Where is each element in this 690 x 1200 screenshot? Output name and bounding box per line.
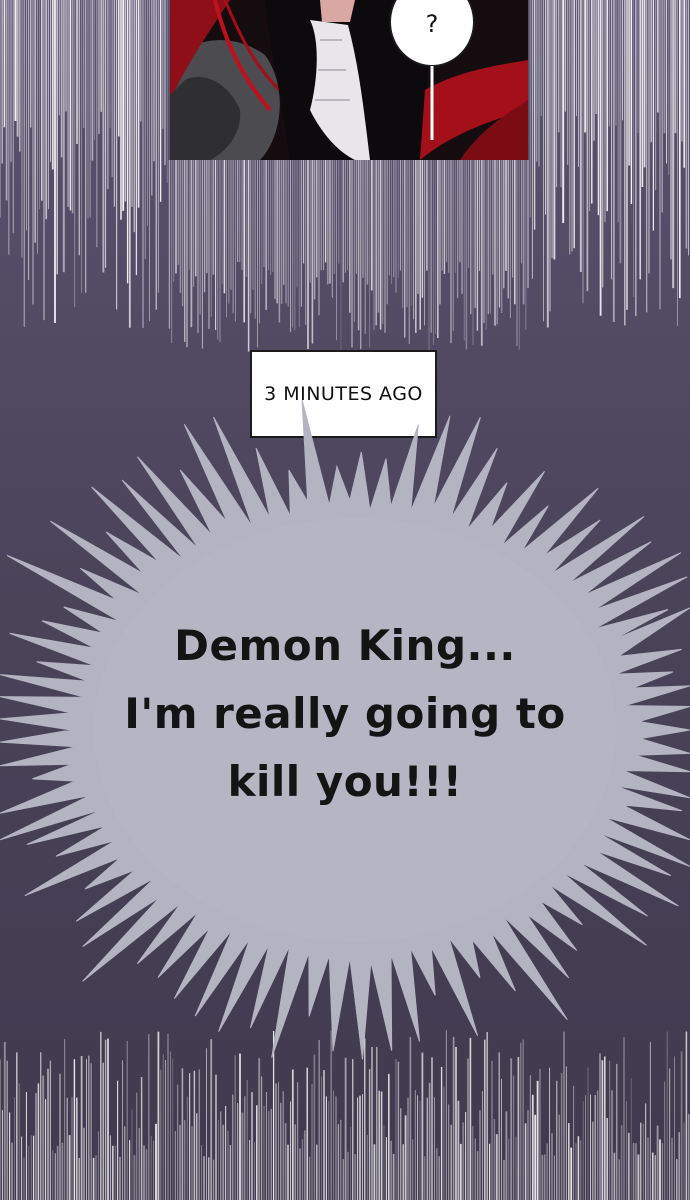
shout-line-1: Demon King... xyxy=(174,621,516,670)
shout-dialogue: Demon King... I'm really going to kill y… xyxy=(95,612,595,816)
shout-line-2: I'm really going to xyxy=(124,689,566,738)
shout-line-3: kill you!!! xyxy=(227,757,463,806)
shout-burst xyxy=(0,400,690,1060)
comic-page: ? 3 MINUTES AGO Demon King... I'm really… xyxy=(0,0,690,1200)
